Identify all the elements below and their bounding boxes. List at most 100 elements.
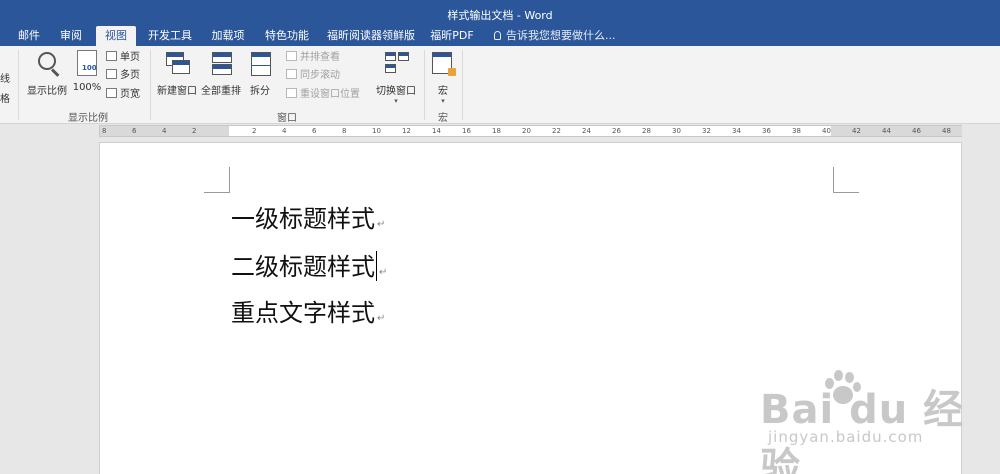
tab-foxit-reader[interactable]: 福昕阅读器领鲜版 <box>322 26 420 46</box>
group-divider <box>424 50 425 120</box>
new-window-label: 新建窗口 <box>157 86 197 97</box>
ruler-tick-label: 18 <box>492 127 501 135</box>
ruler-tick-label: 22 <box>552 127 561 135</box>
zoom-100-button[interactable]: 100 100% <box>72 50 102 93</box>
ruler-tick-label: 4 <box>162 127 167 135</box>
tell-me-box[interactable]: 告诉我您想要做什么... <box>494 26 616 46</box>
switch-window-button[interactable]: 切换窗口 ▾ <box>374 50 418 105</box>
horizontal-ruler[interactable]: 8 6 4 2 2 4 6 8 10 12 14 16 18 20 22 24 26 28 30 32 34 36 38 40… <box>99 125 962 137</box>
ruler-tick-label: 32 <box>702 127 711 135</box>
margin-corner-top-right <box>833 167 859 193</box>
split-label: 拆分 <box>250 86 270 97</box>
tab-mailings[interactable]: 邮件 <box>10 26 48 46</box>
group-divider <box>18 50 19 120</box>
ruler-tick-label: 20 <box>522 127 531 135</box>
ruler-tick-label: 40 <box>822 127 831 135</box>
reset-position-label: 重设窗口位置 <box>300 89 360 100</box>
ruler-tick-label: 2 <box>252 127 257 135</box>
page-width-button[interactable]: 页宽 <box>106 88 140 102</box>
multi-page-label: 多页 <box>120 70 140 81</box>
paragraph-text: 二级标题样式 <box>231 253 375 281</box>
multi-page-icon <box>106 69 117 79</box>
window-title: 样式输出文档 - Word <box>447 9 553 22</box>
paragraph-mark-icon: ↵ <box>379 267 388 278</box>
ribbon-tabs: 邮件 审阅 视图 开发工具 加载项 特色功能 福昕阅读器领鲜版 福昕PDF 告诉… <box>0 26 1000 46</box>
split-button[interactable]: 拆分 <box>244 50 276 97</box>
arrange-all-button[interactable]: 全部重排 <box>200 50 242 97</box>
chevron-down-icon: ▾ <box>441 97 445 105</box>
ruler-tick-label: 38 <box>792 127 801 135</box>
ruler-tick-label: 2 <box>192 127 197 135</box>
ruler-tick-label: 28 <box>642 127 651 135</box>
macro-group-label: 宏 <box>438 113 448 124</box>
baidu-jingyan-logo: Bai du 经验 <box>760 387 965 474</box>
tab-view[interactable]: 视图 <box>96 26 136 46</box>
sync-scroll-icon <box>286 69 297 79</box>
ribbon-cut-label-2: 格 <box>0 94 10 105</box>
magnifier-icon <box>38 52 56 70</box>
macro-button[interactable]: 宏 ▾ <box>428 50 458 105</box>
paragraph-mark-icon: ↵ <box>377 219 386 230</box>
side-by-side-icon <box>286 51 297 61</box>
split-icon <box>251 52 271 76</box>
zoom-button[interactable]: 显示比例 <box>24 50 70 97</box>
text-cursor <box>376 251 377 281</box>
reset-position-icon <box>286 88 297 98</box>
ruler-tick-label: 42 <box>852 127 861 135</box>
paragraph-text: 重点文字样式 <box>231 299 375 327</box>
tab-review[interactable]: 审阅 <box>52 26 90 46</box>
chevron-down-icon: ▾ <box>394 97 398 105</box>
tell-me-placeholder: 告诉我您想要做什么... <box>506 29 616 42</box>
new-window-button[interactable]: 新建窗口 <box>154 50 200 97</box>
ruler-tick-label: 12 <box>402 127 411 135</box>
word-window: { "window": { "title": "样式输出文档 - Word" }… <box>0 0 1000 474</box>
paragraph-text: 一级标题样式 <box>231 205 375 233</box>
ruler-tick-label: 4 <box>282 127 287 135</box>
ruler-tick-label: 24 <box>582 127 591 135</box>
switch-window-label: 切换窗口 <box>376 86 416 97</box>
ruler-tick-label: 8 <box>102 127 107 135</box>
one-page-icon <box>106 51 117 61</box>
ruler-tick-label: 46 <box>912 127 921 135</box>
tab-addins[interactable]: 加载项 <box>204 26 252 46</box>
zoom-100-label: 100% <box>72 82 102 93</box>
window-group-label: 窗口 <box>277 113 297 124</box>
tab-foxit-pdf[interactable]: 福昕PDF <box>426 26 478 46</box>
page-width-icon <box>106 88 117 98</box>
paragraph[interactable]: 一级标题样式 ↵ <box>231 199 385 234</box>
one-page-label: 单页 <box>120 52 140 63</box>
sync-scroll-button[interactable]: 同步滚动 <box>286 69 340 83</box>
group-divider <box>462 50 463 120</box>
paragraph[interactable]: 重点文字样式 ↵ <box>231 293 385 328</box>
switch-window-icon <box>385 52 396 61</box>
ruler-tick-label: 36 <box>762 127 771 135</box>
margin-corner-top-left <box>204 167 230 193</box>
lightbulb-icon <box>494 31 501 40</box>
paragraph[interactable]: 二级标题样式 ↵ <box>231 247 387 282</box>
zoom-button-label: 显示比例 <box>27 86 67 97</box>
ruler-tick-label: 48 <box>942 127 951 135</box>
ruler-tick-label: 16 <box>462 127 471 135</box>
tab-features[interactable]: 特色功能 <box>258 26 316 46</box>
ruler-tick-label: 6 <box>312 127 317 135</box>
tab-developer[interactable]: 开发工具 <box>142 26 198 46</box>
arrange-all-icon <box>212 52 232 63</box>
group-divider <box>150 50 151 120</box>
ruler-tick-label: 10 <box>372 127 381 135</box>
one-page-button[interactable]: 单页 <box>106 51 140 65</box>
ribbon: 线 格 显示比例 100 100% 单页 多页 页宽 显示比例 新建窗口 全部重… <box>0 46 1000 124</box>
page-width-label: 页宽 <box>120 89 140 100</box>
side-by-side-button[interactable]: 并排查看 <box>286 51 340 65</box>
reset-window-position-button[interactable]: 重设窗口位置 <box>286 88 360 102</box>
page-100-icon <box>77 50 97 76</box>
ruler-tick-label: 14 <box>432 127 441 135</box>
zoom-group-label: 显示比例 <box>68 113 108 124</box>
arrange-all-label: 全部重排 <box>201 86 241 97</box>
paragraph-mark-icon: ↵ <box>377 313 386 324</box>
ruler-tick-label: 44 <box>882 127 891 135</box>
multi-page-button[interactable]: 多页 <box>106 69 140 83</box>
ruler-tick-label: 34 <box>732 127 741 135</box>
watermark-url: jingyan.baidu.com <box>768 428 924 446</box>
ruler-tick-label: 8 <box>342 127 347 135</box>
sync-scroll-label: 同步滚动 <box>300 70 340 81</box>
